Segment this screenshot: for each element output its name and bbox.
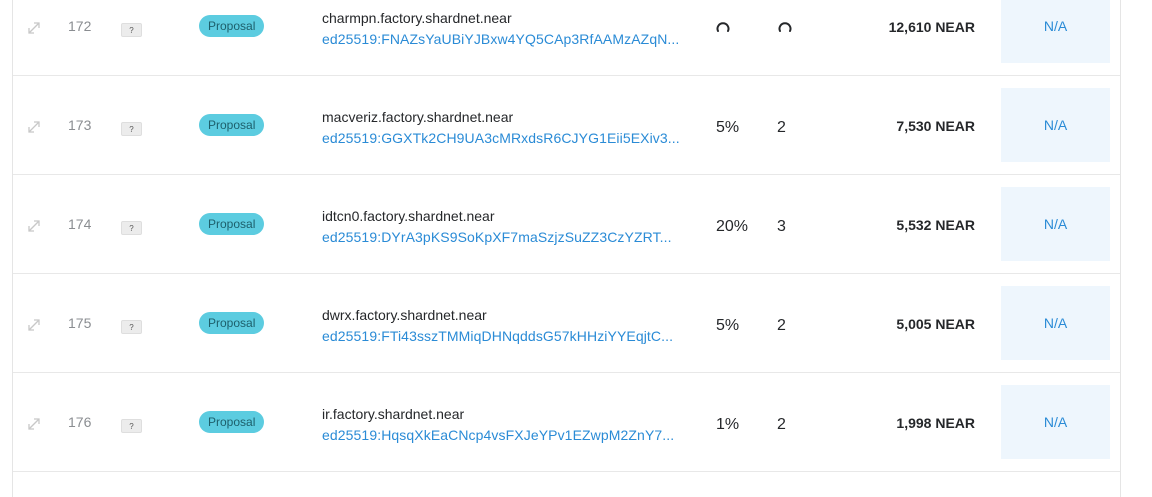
validator-delegators: 2 xyxy=(777,317,786,334)
expand-arrows-icon xyxy=(28,22,40,34)
cumulative-stake-value: N/A xyxy=(1043,216,1068,232)
status-badge: Proposal xyxy=(199,114,265,136)
unknown-info-badge: ? xyxy=(121,23,142,37)
validator-stake: 1,998 NEAR xyxy=(896,415,975,431)
cumulative-stake-cell: N/A xyxy=(1001,286,1110,360)
cumulative-stake-value: N/A xyxy=(1043,315,1068,331)
validator-delegators: 2 xyxy=(777,416,786,433)
validator-fee: 20% xyxy=(716,218,749,235)
unknown-info-badge: ? xyxy=(121,122,142,136)
unknown-info-badge: ? xyxy=(121,320,142,334)
validator-public-key-link[interactable]: ed25519:GGXTk2CH9UA3cMRxdsR6CJYG1Eii5EXi… xyxy=(322,130,680,146)
cumulative-stake-value: N/A xyxy=(1043,117,1068,133)
validator-stake: 5,532 NEAR xyxy=(896,217,975,233)
validator-index: 172 xyxy=(68,18,92,34)
unknown-info-badge: ? xyxy=(121,221,142,235)
status-badge: Proposal xyxy=(199,411,265,433)
expand-arrows-icon xyxy=(28,418,40,430)
expand-row-icon[interactable] xyxy=(27,219,41,233)
validator-account-id: dwrx.factory.shardnet.near xyxy=(322,307,487,323)
validator-account-id: charmpn.factory.shardnet.near xyxy=(322,10,512,26)
status-badge: Proposal xyxy=(199,312,265,334)
cumulative-stake-cell: N/A xyxy=(1001,385,1110,459)
validator-index: 176 xyxy=(68,414,92,430)
validator-account-id: macveriz.factory.shardnet.near xyxy=(322,109,514,125)
validator-row: 173 ? Proposal macveriz.factory.shardnet… xyxy=(13,76,1120,175)
validator-stake: 12,610 NEAR xyxy=(888,19,975,35)
expand-row-icon[interactable] xyxy=(27,120,41,134)
validator-index: 173 xyxy=(68,117,92,133)
validator-row: 175 ? Proposal dwrx.factory.shardnet.nea… xyxy=(13,274,1120,373)
validators-table: 172 ? Proposal charmpn.factory.shardnet.… xyxy=(12,0,1121,497)
cumulative-stake-cell: N/A xyxy=(1001,0,1110,63)
validator-fee: 5% xyxy=(716,317,740,334)
expand-arrows-icon xyxy=(28,319,40,331)
validator-stake: 7,530 NEAR xyxy=(896,118,975,134)
status-badge: Proposal xyxy=(199,15,265,37)
validator-delegators: 3 xyxy=(777,218,786,235)
expand-arrows-icon xyxy=(28,220,40,232)
validator-stake: 5,005 NEAR xyxy=(896,316,975,332)
cumulative-stake-value: N/A xyxy=(1043,414,1068,430)
loading-spinner-icon xyxy=(778,22,792,32)
validator-account-id: idtcn0.factory.shardnet.near xyxy=(322,208,495,224)
loading-spinner-icon xyxy=(716,22,730,32)
validator-public-key-link[interactable]: ed25519:FNAZsYaUBiYJBxw4YQ5CAp3RfAAMzAZq… xyxy=(322,31,679,47)
expand-row-icon[interactable] xyxy=(27,417,41,431)
validator-fee: 1% xyxy=(716,416,740,433)
validator-row: 172 ? Proposal charmpn.factory.shardnet.… xyxy=(13,0,1120,76)
expand-arrows-icon xyxy=(28,121,40,133)
cumulative-stake-cell: N/A xyxy=(1001,187,1110,261)
validator-public-key-link[interactable]: ed25519:DYrA3pKS9SoKpXF7maSzjzSuZZ3CzYZR… xyxy=(322,229,672,245)
expand-row-icon[interactable] xyxy=(27,21,41,35)
validator-delegators: 2 xyxy=(777,119,786,136)
validator-index: 175 xyxy=(68,315,92,331)
unknown-info-badge: ? xyxy=(121,419,142,433)
validator-account-id: ir.factory.shardnet.near xyxy=(322,406,465,422)
expand-row-icon[interactable] xyxy=(27,318,41,332)
validator-fee: 5% xyxy=(716,119,740,136)
status-badge: Proposal xyxy=(199,213,265,235)
cumulative-stake-value: N/A xyxy=(1043,18,1068,34)
validator-public-key-link[interactable]: ed25519:FTi43sszTMMiqDHNqddsG57kHHziYYEq… xyxy=(322,328,673,344)
validator-index: 174 xyxy=(68,216,92,232)
validator-row: 176 ? Proposal ir.factory.shardnet.near … xyxy=(13,373,1120,472)
cumulative-stake-cell: N/A xyxy=(1001,88,1110,162)
validator-row: 174 ? Proposal idtcn0.factory.shardnet.n… xyxy=(13,175,1120,274)
validator-public-key-link[interactable]: ed25519:HqsqXkEaCNcp4vsFXJeYPv1EZwpM2ZnY… xyxy=(322,427,674,443)
